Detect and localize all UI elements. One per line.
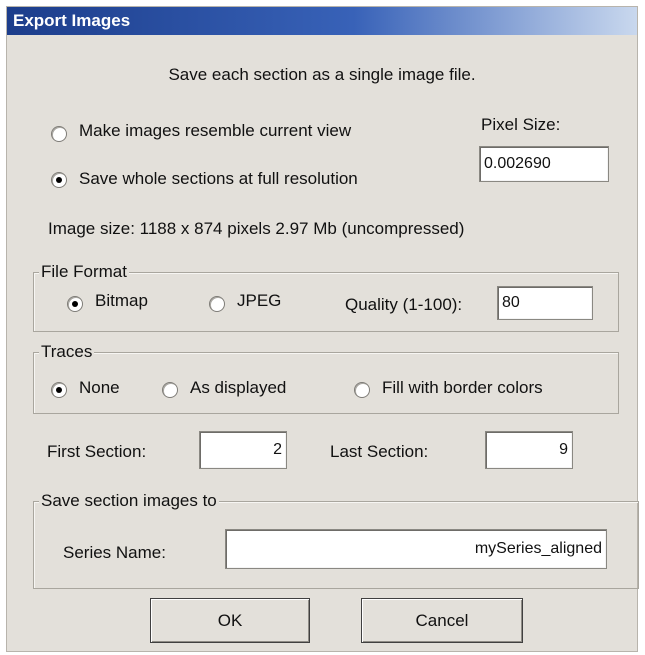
series-name-input[interactable]: mySeries_aligned	[225, 529, 607, 569]
quality-value: 80	[502, 294, 520, 311]
export-images-dialog: Export Images Save each section as a sin…	[6, 6, 639, 652]
quality-input[interactable]: 80	[497, 286, 593, 320]
last-section-value: 9	[559, 441, 568, 458]
radio-button[interactable]	[67, 296, 83, 312]
first-section-value: 2	[273, 441, 282, 458]
window-title: Export Images	[13, 11, 131, 30]
radio-label[interactable]: None	[79, 378, 120, 398]
intro-text: Save each section as a single image file…	[168, 65, 476, 84]
series-name-label: Series Name:	[63, 543, 166, 562]
radio-selected-dot	[56, 177, 62, 183]
radio-label[interactable]: Fill with border colors	[382, 378, 543, 398]
quality-label: Quality (1-100):	[345, 295, 463, 314]
pixel-size-value: 0.002690	[484, 155, 551, 172]
ok-button-label: OK	[217, 610, 243, 630]
radio-button[interactable]	[51, 172, 67, 188]
radio-button[interactable]	[51, 382, 67, 398]
ok-button[interactable]: OK	[150, 598, 310, 643]
radio-label[interactable]: Make images resemble current view	[79, 121, 351, 141]
radio-label[interactable]: As displayed	[190, 378, 286, 398]
radio-button[interactable]	[162, 382, 178, 398]
cancel-button[interactable]: Cancel	[361, 598, 523, 643]
image-size-text: Image size: 1188 x 874 pixels 2.97 Mb (u…	[48, 219, 465, 238]
save-to-group-label: Save section images to	[39, 491, 219, 511]
last-section-input[interactable]: 9	[485, 431, 573, 469]
title-bar[interactable]: Export Images	[7, 7, 637, 35]
radio-label[interactable]: Bitmap	[95, 291, 148, 311]
file-format-group-label: File Format	[39, 262, 129, 282]
radio-label[interactable]: Save whole sections at full resolution	[79, 169, 358, 189]
radio-button[interactable]	[209, 296, 225, 312]
last-section-label: Last Section:	[330, 442, 429, 461]
first-section-label: First Section:	[47, 442, 147, 461]
radio-selected-dot	[72, 301, 78, 307]
pixel-size-input[interactable]: 0.002690	[479, 146, 609, 182]
radio-selected-dot	[56, 387, 62, 393]
series-name-value: mySeries_aligned	[474, 540, 602, 557]
radio-button[interactable]	[354, 382, 370, 398]
first-section-input[interactable]: 2	[199, 431, 287, 469]
pixel-size-label: Pixel Size:	[481, 115, 561, 134]
radio-button[interactable]	[51, 126, 67, 142]
cancel-button-label: Cancel	[415, 610, 469, 630]
traces-group-label: Traces	[39, 342, 95, 362]
radio-label[interactable]: JPEG	[237, 291, 281, 311]
